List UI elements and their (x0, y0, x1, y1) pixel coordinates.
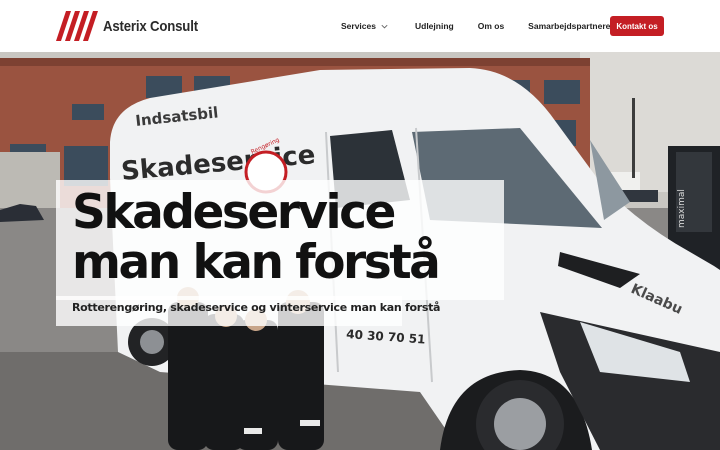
logo-stripes-icon (56, 11, 98, 41)
site-header: Asterix Consult Services Udlejning Om os… (0, 0, 720, 52)
hero-title: Skadeservice man kan forstå (72, 185, 441, 290)
nav-item-udlejning[interactable]: Udlejning (415, 21, 454, 31)
nav-item-samarbejdspartnere[interactable]: Samarbejdspartnere (528, 21, 610, 31)
nav-item-label: Om os (477, 21, 505, 31)
main-nav: Services Udlejning Om os Samarbejdspartn… (341, 0, 610, 52)
chevron-down-icon (381, 24, 388, 28)
nav-item-label: Udlejning (414, 21, 454, 31)
logo[interactable]: Asterix Consult (56, 11, 211, 41)
hero-subtitle: Rotterengøring, skadeservice og vinterse… (72, 301, 441, 314)
forklift-label: maximal (677, 189, 687, 228)
logo-text: Asterix Consult (103, 17, 198, 35)
nav-item-label: Services (341, 21, 376, 31)
hero-section: Indsatsbil Skadeservice Rengøring 40 30 … (0, 52, 720, 450)
nav-item-label: Samarbejdspartnere (528, 21, 611, 31)
contact-button[interactable]: Kontakt os (610, 16, 664, 36)
nav-item-services[interactable]: Services (341, 21, 389, 31)
nav-item-om-os[interactable]: Om os (478, 21, 504, 31)
